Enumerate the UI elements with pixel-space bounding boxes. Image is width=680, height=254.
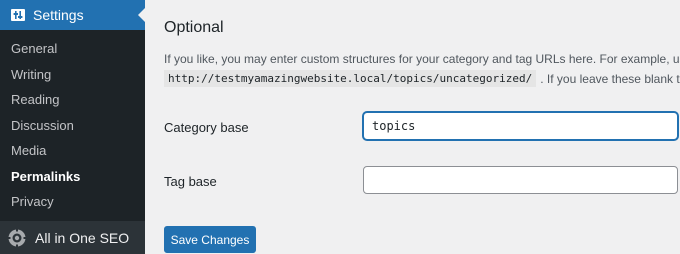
category-base-label: Category base — [164, 120, 249, 135]
menu-settings[interactable]: Settings — [0, 0, 146, 30]
section-heading: Optional — [164, 19, 224, 36]
tag-base-input[interactable] — [363, 166, 678, 194]
aioseo-gear-icon — [7, 227, 27, 248]
submenu-item-general[interactable]: General — [0, 36, 145, 62]
settings-sliders-icon — [10, 7, 26, 23]
description-line-2-tail: . If you leave these blank the d — [540, 71, 680, 86]
tag-base-label: Tag base — [164, 174, 217, 189]
submenu-item-permalinks[interactable]: Permalinks — [0, 164, 145, 190]
submenu-item-writing[interactable]: Writing — [0, 62, 145, 88]
admin-sidebar: Settings General Writing Reading Discuss… — [0, 0, 146, 254]
main-content: Optional If you like, you may enter cust… — [145, 0, 680, 254]
description-line-1: If you like, you may enter custom struct… — [164, 52, 680, 66]
save-changes-button[interactable]: Save Changes — [164, 226, 256, 253]
submenu-item-reading[interactable]: Reading — [0, 87, 145, 113]
menu-aioseo-label: All in One SEO — [35, 229, 130, 246]
category-base-input[interactable] — [363, 112, 678, 140]
settings-submenu: General Writing Reading Discussion Media… — [0, 36, 145, 215]
description-line-2: http://testmyamazingwebsite.local/topics… — [164, 70, 680, 87]
menu-settings-label: Settings — [33, 7, 84, 23]
submenu-item-privacy[interactable]: Privacy — [0, 189, 145, 215]
submenu-item-discussion[interactable]: Discussion — [0, 113, 145, 139]
code-example: http://testmyamazingwebsite.local/topics… — [164, 70, 537, 87]
menu-aioseo[interactable]: All in One SEO — [0, 221, 145, 254]
submenu-item-media[interactable]: Media — [0, 138, 145, 164]
